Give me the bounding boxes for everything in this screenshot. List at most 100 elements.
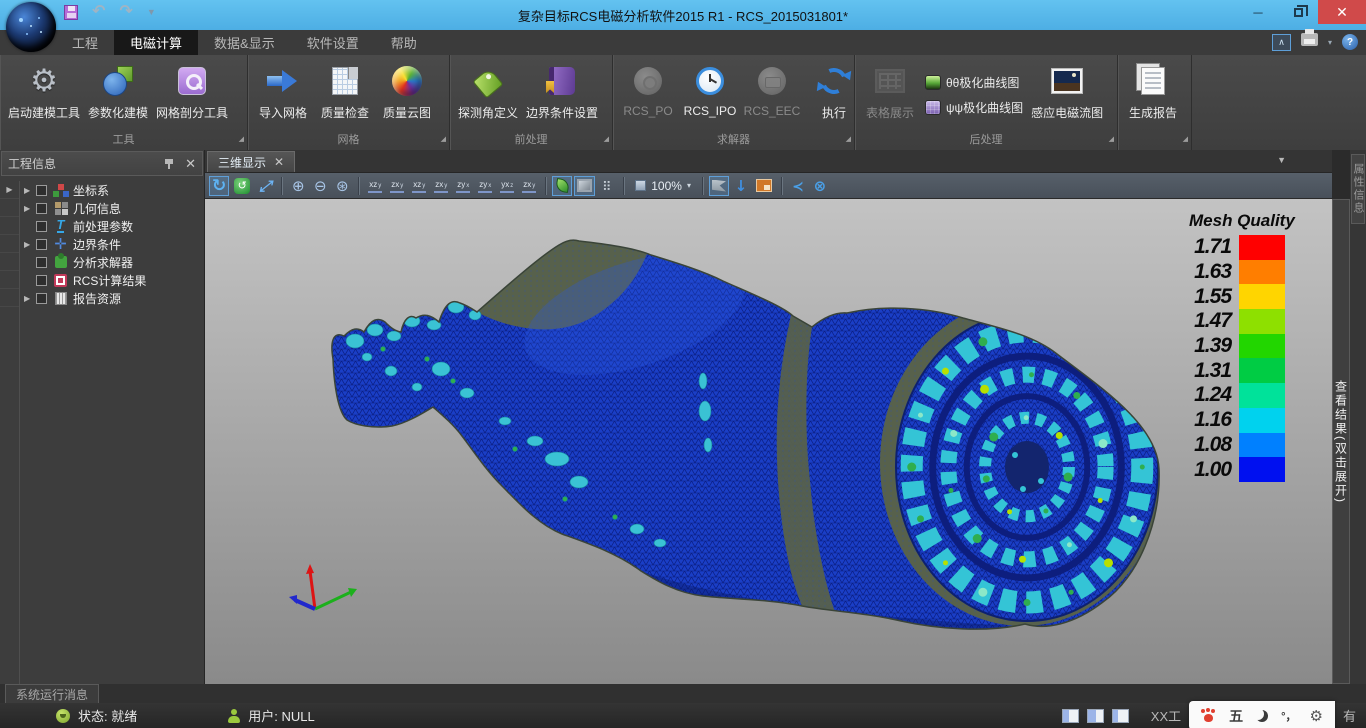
group-launcher-icon[interactable]: ◢ [1109, 132, 1114, 147]
ribbon-button-感应电磁流图[interactable]: 感应电磁流图 [1027, 58, 1107, 132]
points-mode-button[interactable] [597, 176, 617, 196]
minimize-button[interactable]: ─ [1238, 0, 1278, 24]
zoom-out-tool[interactable] [310, 176, 330, 196]
3d-canvas[interactable]: Mesh Quality 1.711.631.551.471.391.311.2… [205, 199, 1332, 684]
checkbox[interactable] [36, 185, 47, 196]
ime-punctuation-button[interactable]: °， [1281, 708, 1296, 724]
tab-overflow-icon[interactable]: ▼ [1277, 155, 1286, 165]
properties-collapsed-tab[interactable]: 属性信息 [1351, 154, 1365, 224]
view-axes-icon: xzy [368, 179, 382, 193]
tree-item-报告资源[interactable]: ▶报告资源 [0, 289, 204, 307]
expand-icon[interactable]: ▶ [24, 240, 36, 249]
ime-wubi-button[interactable]: 五 [1229, 706, 1243, 726]
restore-button[interactable] [1278, 0, 1318, 24]
checkbox[interactable] [36, 275, 47, 286]
layout-right-button[interactable] [1112, 709, 1129, 723]
checkbox[interactable] [36, 239, 47, 250]
drop-tool[interactable] [731, 176, 751, 196]
layout-split-button[interactable] [1087, 709, 1104, 723]
ribbon-button-网格剖分工具[interactable]: 网格剖分工具 [152, 58, 232, 132]
spin-tool[interactable] [231, 176, 253, 196]
menu-tab-帮助[interactable]: 帮助 [375, 30, 433, 55]
ribbon-button-质量检查[interactable]: 质量检查 [314, 58, 376, 132]
view-button-4[interactable]: zyx [453, 176, 473, 196]
tree-item-坐标系[interactable]: ▶坐标系 [0, 181, 204, 199]
clear-tool[interactable] [810, 176, 830, 196]
menu-tab-数据&显示[interactable]: 数据&显示 [198, 30, 291, 55]
print-dropdown-icon[interactable]: ▾ [1328, 38, 1332, 47]
menu-tab-电磁计算[interactable]: 电磁计算 [114, 30, 198, 55]
results-collapsed-panel[interactable]: 查看结果(双击展开) [1332, 199, 1350, 684]
select-tool[interactable] [709, 176, 729, 196]
print-button[interactable] [1301, 33, 1318, 51]
tree-item-RCS计算结果[interactable]: RCS计算结果 [0, 271, 204, 289]
view-button-5[interactable]: zyx [475, 176, 495, 196]
ribbon-button-label: 生成报告 [1129, 104, 1177, 121]
expand-icon[interactable]: ▶ [24, 186, 36, 195]
capture-tool[interactable] [753, 176, 775, 196]
ribbon-button-导入网格[interactable]: 导入网格 [252, 58, 314, 132]
ribbon-button-参数化建模[interactable]: 参数化建模 [84, 58, 152, 132]
menu-tab-软件设置[interactable]: 软件设置 [291, 30, 375, 55]
pan-tool[interactable] [255, 176, 275, 196]
help-button[interactable]: ? [1342, 34, 1358, 50]
ribbon-button-生成报告[interactable]: 生成报告 [1122, 58, 1184, 132]
ribbon-button-label: 导入网格 [259, 104, 307, 121]
panel-close-icon[interactable]: ✕ [185, 158, 196, 170]
group-launcher-icon[interactable]: ◢ [1183, 132, 1188, 147]
ribbon-button-ψψ极化曲线图[interactable]: ψψ极化曲线图 [925, 99, 1023, 116]
zoom-in-tool[interactable] [288, 176, 308, 196]
view-button-0[interactable]: xzy [365, 176, 385, 196]
ime-settings-icon[interactable]: ⚙ [1310, 707, 1323, 725]
view-button-3[interactable]: zxy [431, 176, 451, 196]
root-expand-icon[interactable]: ▶ [6, 185, 12, 194]
checkbox[interactable] [36, 293, 47, 304]
tree-item-几何信息[interactable]: ▶几何信息 [0, 199, 204, 217]
view-button-2[interactable]: xzy [409, 176, 429, 196]
tree-item-分析求解器[interactable]: 分析求解器 [0, 253, 204, 271]
checkbox[interactable] [36, 221, 47, 232]
ime-baidu-icon[interactable] [1201, 709, 1216, 723]
ribbon-button-θθ极化曲线图[interactable]: θθ极化曲线图 [925, 74, 1023, 91]
tab-3d-display[interactable]: 三维显示 ✕ [207, 151, 295, 172]
zoom-level-control[interactable]: 100%▾ [630, 176, 696, 196]
ribbon-button-探测角定义[interactable]: 探测角定义 [454, 58, 522, 132]
share-tool[interactable] [788, 176, 808, 196]
tab-close-icon[interactable]: ✕ [274, 156, 284, 168]
tree-item-前处理参数[interactable]: T前处理参数 [0, 217, 204, 235]
legend-color-box [1239, 457, 1285, 482]
ribbon-button-质量云图[interactable]: 质量云图 [376, 58, 438, 132]
zoom-fit-tool[interactable] [332, 176, 352, 196]
system-messages-tab[interactable]: 系统运行消息 [5, 684, 99, 705]
rotate-tool[interactable] [209, 176, 229, 196]
ribbon-button-label: 质量云图 [383, 104, 431, 121]
collapse-ribbon-button[interactable]: ∧ [1272, 34, 1291, 51]
expand-icon[interactable]: ▶ [24, 204, 36, 213]
group-launcher-icon[interactable]: ◢ [604, 132, 609, 147]
expand-icon[interactable]: ▶ [24, 294, 36, 303]
checkbox[interactable] [36, 203, 47, 214]
ribbon-group-report: 生成报告 ◢ [1118, 55, 1192, 150]
checkbox[interactable] [36, 257, 47, 268]
wireframe-mode-button[interactable] [574, 176, 595, 196]
project-panel-header: 工程信息 ✕ [1, 151, 203, 176]
group-launcher-icon[interactable]: ◢ [441, 132, 446, 147]
view-button-7[interactable]: zxy [519, 176, 539, 196]
tree-item-边界条件[interactable]: ▶✛边界条件 [0, 235, 204, 253]
menu-tab-工程[interactable]: 工程 [56, 30, 114, 55]
ime-moon-icon[interactable] [1256, 710, 1268, 722]
view-button-1[interactable]: zxy [387, 176, 407, 196]
shaded-mode-button[interactable] [552, 176, 572, 196]
group-launcher-icon[interactable]: ◢ [846, 132, 851, 147]
ribbon-button-RCS_IPO[interactable]: RCS_IPO [679, 58, 741, 132]
close-button[interactable]: ✕ [1318, 0, 1366, 24]
view-button-6[interactable]: yxz [497, 176, 517, 196]
group-launcher-icon[interactable]: ◢ [239, 132, 244, 147]
pin-icon[interactable] [164, 158, 175, 170]
ribbon-button-启动建模工具[interactable]: ⚙启动建模工具 [4, 58, 84, 132]
layout-left-button[interactable] [1062, 709, 1079, 723]
wire-icon [577, 179, 592, 192]
ribbon-button-边界条件设置[interactable]: 边界条件设置 [522, 58, 602, 132]
legend-row: 1.16 [1189, 408, 1309, 433]
app-logo[interactable] [6, 2, 56, 52]
